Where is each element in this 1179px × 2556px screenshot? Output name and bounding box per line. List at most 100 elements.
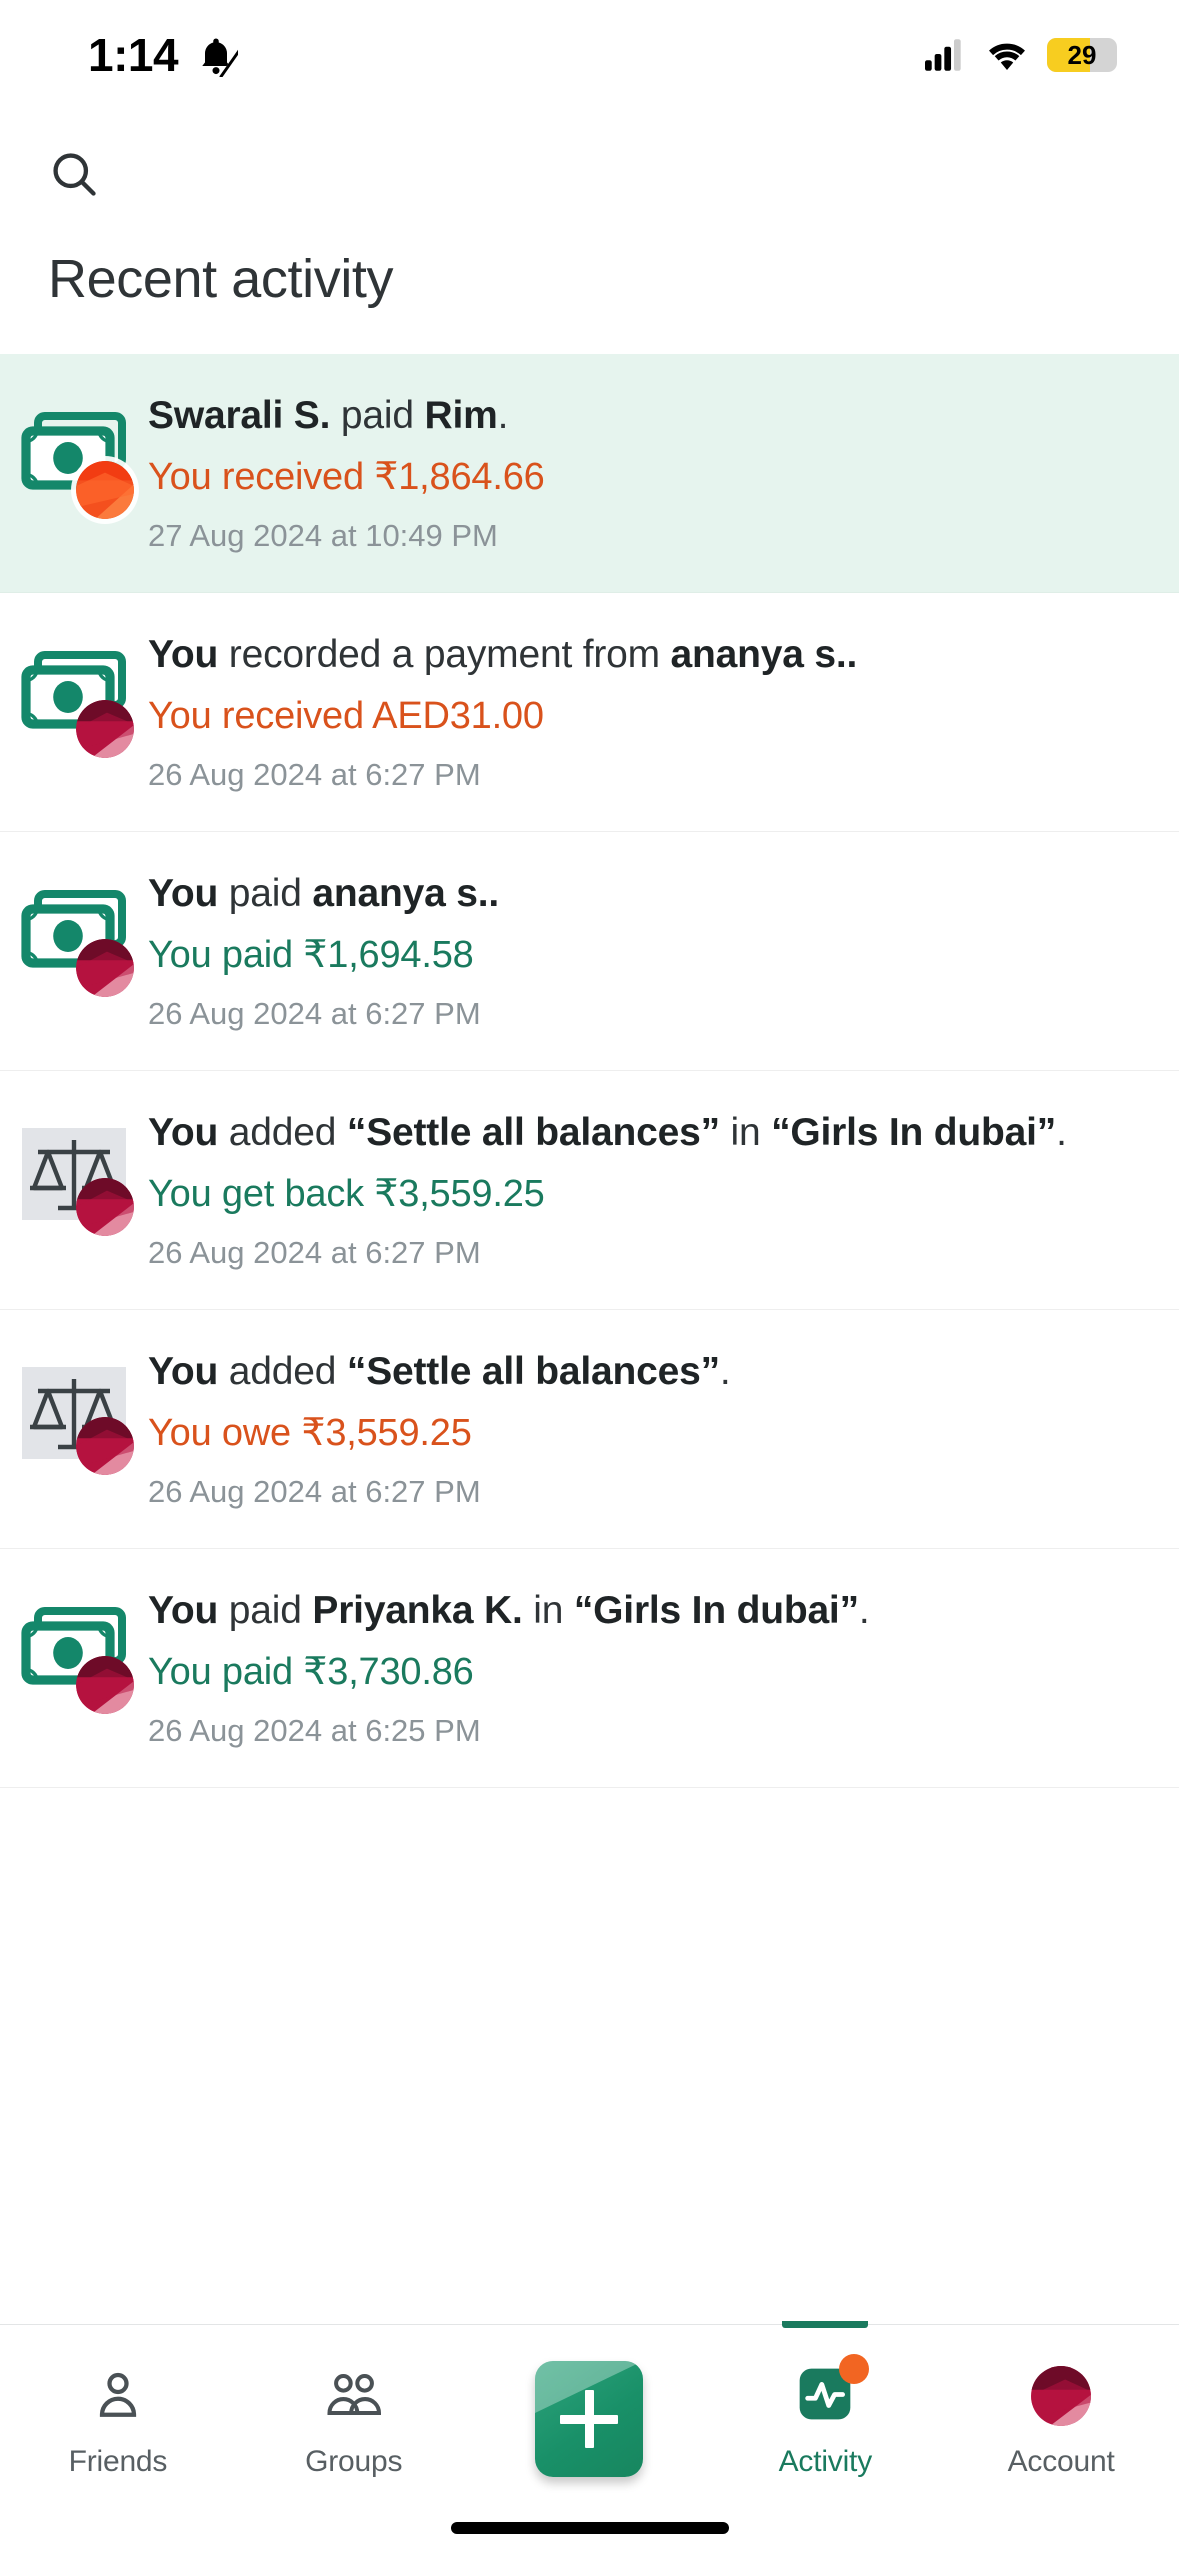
banknote-icon <box>20 887 134 997</box>
tab-activity[interactable]: Activity <box>707 2321 943 2556</box>
activity-timestamp: 26 Aug 2024 at 6:27 PM <box>148 996 481 1031</box>
activity-description: You added “Settle all balances” in “Girl… <box>148 1107 1133 1159</box>
description-emphasis: You <box>148 1350 219 1393</box>
activity-icon <box>0 1107 148 1236</box>
activity-body: You recorded a payment from ananya s.. Yo… <box>148 629 1149 797</box>
description-emphasis: You <box>148 633 219 676</box>
activity-amount: You owe ₹3,559.25 <box>148 1412 472 1454</box>
avatar <box>76 700 134 758</box>
avatar-orange <box>76 461 134 519</box>
description-emphasis: Swarali S. <box>148 394 331 437</box>
description-emphasis: You <box>148 1589 219 1632</box>
avatar-crimson <box>76 939 134 997</box>
description-text: paid <box>330 394 425 437</box>
description-text: in <box>719 1111 772 1154</box>
description-text: . <box>858 1589 870 1632</box>
description-text: added <box>218 1111 347 1154</box>
tab-account[interactable]: Account <box>943 2325 1179 2556</box>
activity-description: You paid ananya s.. <box>148 868 1133 920</box>
description-emphasis: You <box>148 1111 219 1154</box>
banknote-icon <box>20 409 134 519</box>
activity-row[interactable]: You paid Priyanka K. in “Girls In dubai”… <box>0 1549 1179 1788</box>
activity-amount: You paid ₹1,694.58 <box>148 934 474 976</box>
home-indicator <box>450 2522 729 2534</box>
people-icon <box>321 2359 387 2433</box>
activity-amount: You get back ₹3,559.25 <box>148 1173 545 1215</box>
description-text: . <box>1056 1111 1067 1154</box>
activity-row[interactable]: You paid ananya s.. You paid ₹1,694.58 26 … <box>0 832 1179 1071</box>
description-text: paid <box>218 1589 313 1632</box>
avatar-crimson <box>76 700 134 758</box>
activity-body: Swarali S. paid Rim. You received ₹1,864.… <box>148 390 1149 558</box>
add-expense-icon[interactable] <box>535 2359 644 2479</box>
activity-body: You added “Settle all balances” in “Girl… <box>148 1107 1149 1275</box>
activity-body: You paid Priyanka K. in “Girls In dubai”… <box>148 1585 1149 1753</box>
avatar-crimson <box>76 1178 134 1236</box>
activity-icon <box>0 1585 148 1714</box>
description-emphasis: “Settle all balances” <box>346 1350 720 1393</box>
scales-icon <box>20 1126 134 1236</box>
description-text: in <box>522 1589 574 1632</box>
tab-groups[interactable]: Groups <box>236 2325 472 2556</box>
description-emphasis: “Settle all balances” <box>346 1111 720 1154</box>
activity-timestamp: 26 Aug 2024 at 6:27 PM <box>148 1474 481 1509</box>
activity-icon <box>0 1346 148 1475</box>
cellular-signal-icon <box>925 39 961 71</box>
activity-icon <box>0 629 148 758</box>
search-icon[interactable] <box>48 148 100 200</box>
tab-label-activity: Activity <box>778 2445 873 2478</box>
activity-pulse-icon <box>793 2353 870 2433</box>
banknote-icon <box>20 1604 134 1714</box>
tab-label-groups: Groups <box>305 2445 403 2478</box>
description-text: recorded a payment from <box>218 633 671 676</box>
activity-description: You added “Settle all balances”. <box>148 1346 1133 1398</box>
avatar <box>76 939 134 997</box>
bell-slash-icon <box>202 37 239 77</box>
activity-amount: You received ₹1,864.66 <box>148 456 545 498</box>
description-emphasis: Priyanka K. <box>312 1589 523 1632</box>
description-text: added <box>218 1350 347 1393</box>
activity-body: You added “Settle all balances”. You owe … <box>148 1346 1149 1514</box>
activity-description: You paid Priyanka K. in “Girls In dubai”… <box>148 1585 1133 1637</box>
plus-icon <box>560 2390 619 2448</box>
person-icon <box>88 2359 148 2433</box>
battery-indicator: 29 <box>1047 38 1117 72</box>
active-tab-indicator <box>782 2321 869 2328</box>
avatar-crimson <box>76 1417 134 1475</box>
tab-label-account: Account <box>1007 2445 1115 2478</box>
avatar <box>76 1656 134 1714</box>
add-expense-fab[interactable] <box>535 2361 644 2477</box>
activity-timestamp: 27 Aug 2024 at 10:49 PM <box>148 518 498 553</box>
tab-friends[interactable]: Friends <box>0 2325 236 2556</box>
description-emphasis: “Girls In dubai” <box>573 1589 859 1632</box>
wifi-icon <box>989 43 1025 71</box>
avatar-crimson-large <box>1031 2366 1092 2426</box>
activity-row[interactable]: You added “Settle all balances” in “Girl… <box>0 1071 1179 1310</box>
description-emphasis: ananya s.. <box>312 872 499 915</box>
battery-percent: 29 <box>1067 39 1097 70</box>
activity-description: You recorded a payment from ananya s.. <box>148 629 1133 681</box>
description-text: paid <box>218 872 313 915</box>
page-title: Recent activity <box>48 249 394 309</box>
status-bar-right: 29 <box>925 38 1117 72</box>
activity-row[interactable]: You added “Settle all balances”. You owe … <box>0 1310 1179 1549</box>
description-emphasis: ananya s.. <box>670 633 858 676</box>
status-bar-left: 1:14 <box>88 28 239 82</box>
notification-badge-dot <box>839 2353 870 2384</box>
activity-row[interactable]: Swarali S. paid Rim. You received ₹1,864.… <box>0 354 1179 593</box>
activity-timestamp: 26 Aug 2024 at 6:27 PM <box>148 1235 481 1270</box>
description-emphasis: “Girls In dubai” <box>771 1111 1057 1154</box>
avatar <box>76 1417 134 1475</box>
top-bar <box>0 110 1179 238</box>
avatar-crimson <box>76 1656 134 1714</box>
activity-description: Swarali S. paid Rim. <box>148 390 1133 442</box>
tab-label-friends: Friends <box>68 2445 168 2478</box>
description-text: . <box>719 1350 731 1393</box>
activity-amount: You paid ₹3,730.86 <box>148 1651 474 1693</box>
activity-list: Swarali S. paid Rim. You received ₹1,864.… <box>0 354 1179 1788</box>
activity-body: You paid ananya s.. You paid ₹1,694.58 26 … <box>148 868 1149 1036</box>
description-text: . <box>497 394 509 437</box>
activity-icon <box>0 390 148 519</box>
activity-row[interactable]: You recorded a payment from ananya s.. Yo… <box>0 593 1179 832</box>
avatar <box>76 461 134 519</box>
